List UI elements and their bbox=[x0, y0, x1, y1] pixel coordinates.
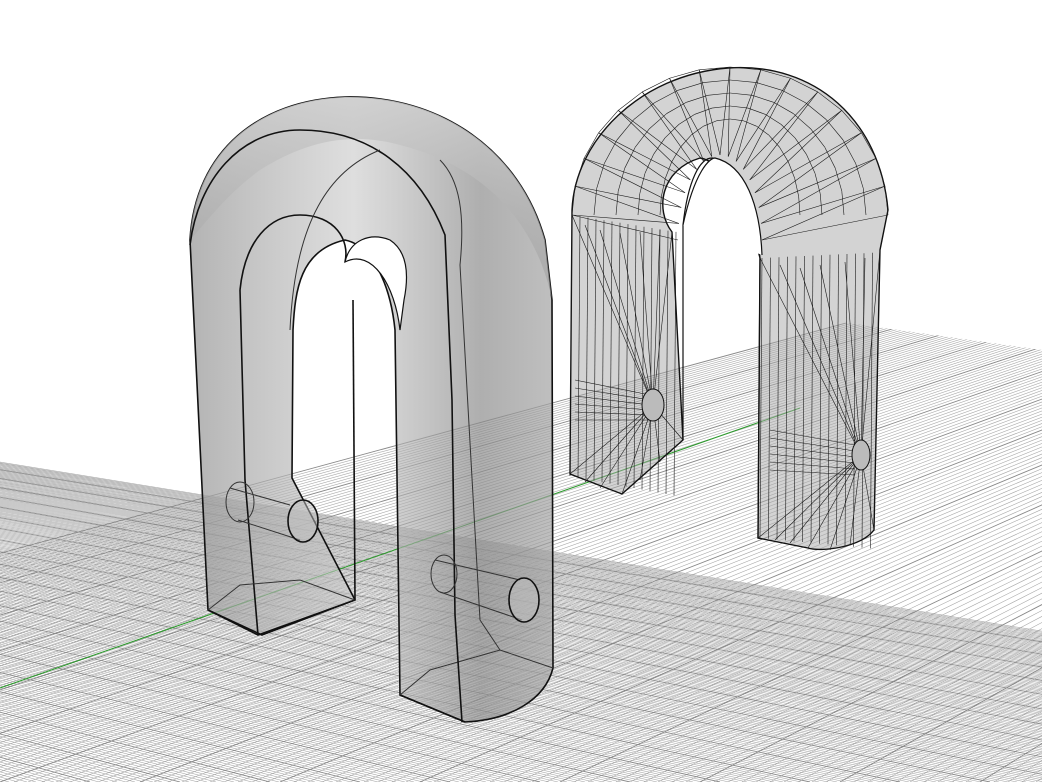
pin-hole-left bbox=[641, 388, 665, 422]
pin-hole-right bbox=[851, 439, 871, 471]
meshed-u-bracket[interactable] bbox=[569, 66, 889, 551]
pin-hole-right-front bbox=[508, 577, 540, 623]
pin-hole-left-front bbox=[287, 499, 319, 543]
perspective-viewport[interactable] bbox=[0, 0, 1042, 782]
